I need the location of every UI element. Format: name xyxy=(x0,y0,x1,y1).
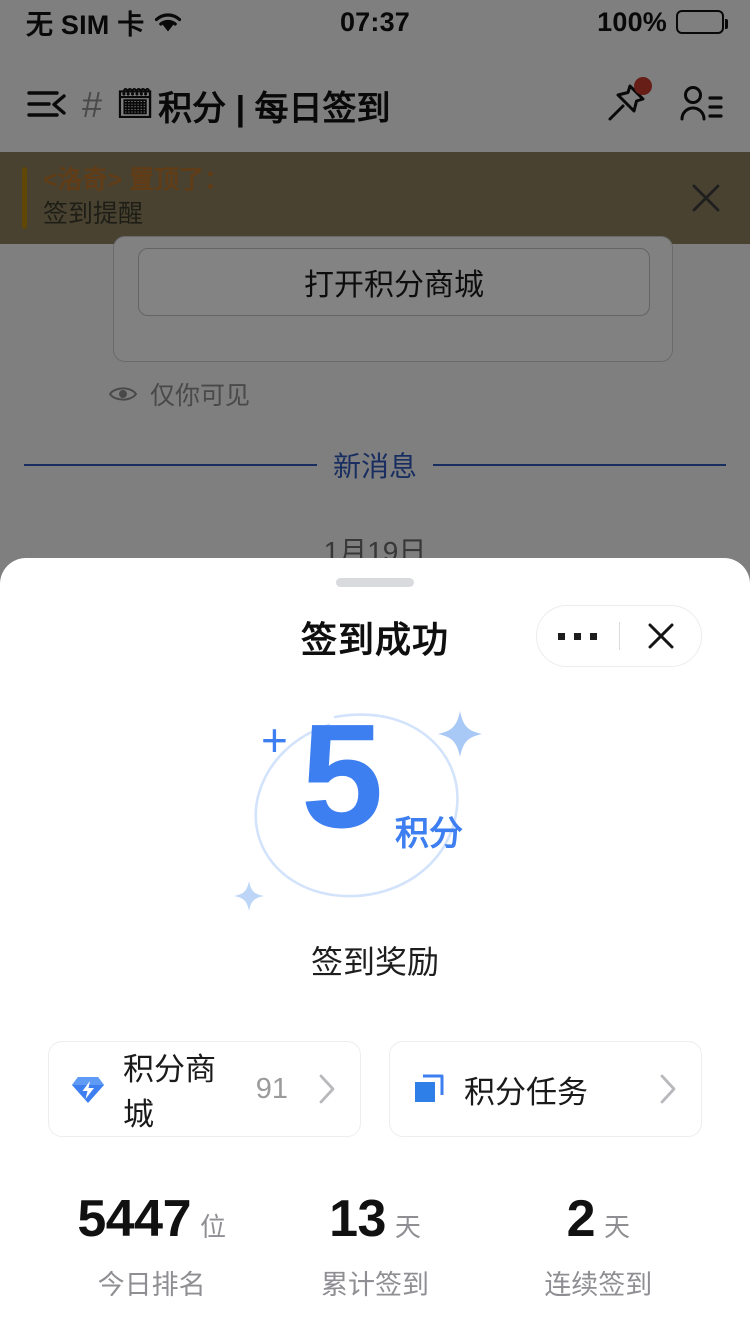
more-dots-icon[interactable] xyxy=(537,632,619,640)
points-plus-sign: + xyxy=(261,714,288,766)
sheet-title: 签到成功 xyxy=(300,619,449,660)
stat-today-rank-label: 今日排名 xyxy=(97,1270,206,1300)
stat-total-checkin-unit: 天 xyxy=(394,1212,421,1242)
stat-streak-checkin-main: 2 天 xyxy=(487,1193,710,1245)
reward-caption: 签到奖励 xyxy=(310,944,439,980)
action-cards-row: 积分商城 91 积分任务 xyxy=(0,1041,750,1137)
stat-total-checkin-value: 13 xyxy=(329,1190,386,1248)
stat-today-rank-main: 5447 位 xyxy=(40,1193,263,1245)
points-gem-icon xyxy=(69,1070,107,1108)
stat-total-checkin-label: 累计签到 xyxy=(320,1270,429,1300)
points-hero-text: + 5 积分 xyxy=(225,689,525,927)
stat-today-rank: 5447 位 今日排名 xyxy=(40,1193,263,1302)
stat-streak-checkin-unit: 天 xyxy=(604,1212,631,1242)
stat-streak-checkin-value: 2 xyxy=(566,1190,596,1248)
sheet-drag-handle[interactable] xyxy=(336,578,414,587)
chevron-right-icon xyxy=(319,1074,335,1104)
points-shop-card[interactable]: 积分商城 91 xyxy=(48,1041,361,1137)
points-task-card[interactable]: 积分任务 xyxy=(389,1041,702,1137)
points-shop-label: 积分商城 xyxy=(123,1052,216,1132)
sheet-header: 签到成功 xyxy=(0,587,750,687)
points-shop-value: 91 xyxy=(255,1072,288,1105)
points-task-label: 积分任务 xyxy=(464,1074,588,1110)
points-amount: 5 xyxy=(301,694,383,859)
app-screen: 无 SIM 卡 07:37 100% # 🗓 积分 | 每日签到 <洛奇> 置顶… xyxy=(0,0,750,1334)
stat-streak-checkin-label: 连续签到 xyxy=(544,1270,653,1300)
sheet-close-button[interactable] xyxy=(620,617,701,655)
points-hero-graphic: + 5 积分 xyxy=(0,689,750,927)
stat-total-checkin: 13 天 累计签到 xyxy=(263,1193,486,1302)
chevron-right-icon xyxy=(660,1074,676,1104)
points-unit-label: 积分 xyxy=(395,815,463,853)
task-layers-icon xyxy=(410,1070,448,1108)
dot-3 xyxy=(590,632,598,640)
stat-streak-checkin: 2 天 连续签到 xyxy=(487,1193,710,1302)
stat-total-checkin-main: 13 天 xyxy=(263,1193,486,1245)
checkin-stats-row: 5447 位 今日排名 13 天 累计签到 2 天 连续签到 xyxy=(0,1193,750,1302)
dot-2 xyxy=(574,632,582,640)
close-icon xyxy=(648,623,674,649)
stat-today-rank-value: 5447 xyxy=(77,1190,191,1248)
points-hero-inner: + 5 积分 xyxy=(225,689,525,927)
sheet-action-capsule xyxy=(536,605,702,667)
stat-today-rank-unit: 位 xyxy=(200,1212,227,1242)
dot-1 xyxy=(558,632,566,640)
checkin-bottom-sheet: 签到成功 + 5 积分 签到奖励 积分商城 91 积分任务 5447 位 今日排… xyxy=(0,558,750,1334)
